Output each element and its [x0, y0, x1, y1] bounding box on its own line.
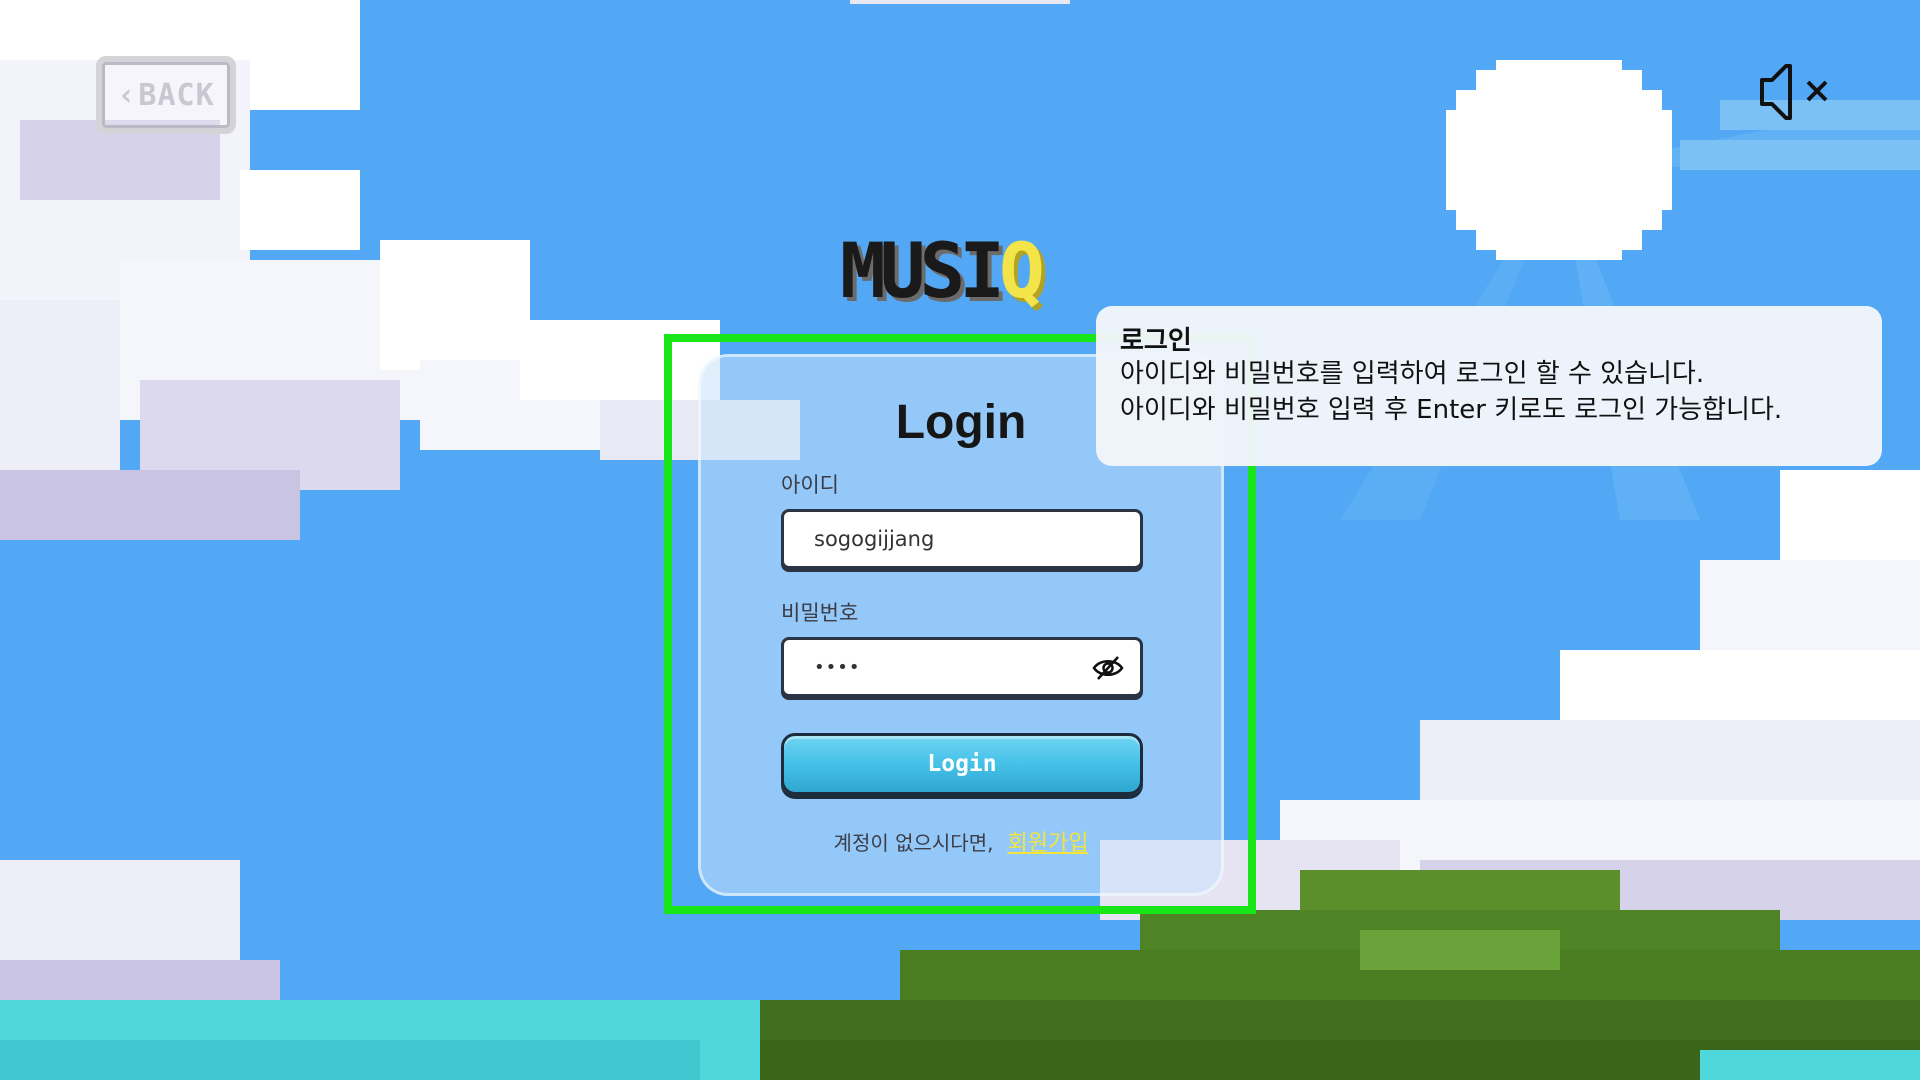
back-button-label: BACK: [138, 77, 215, 113]
musiq-logo: MUSI Q: [840, 226, 1080, 315]
tooltip-title: 로그인: [1120, 326, 1192, 356]
password-masked-value[interactable]: ••••: [814, 657, 860, 678]
chevron-left-icon: ‹: [117, 77, 137, 113]
login-button[interactable]: Login: [781, 733, 1143, 795]
signup-row: 계정이 없으시다면, 회원가입: [701, 825, 1221, 857]
sun: [1446, 60, 1672, 260]
tooltip-line-2: 아이디와 비밀번호 입력 후 Enter 키로도 로그인 가능합니다.: [1120, 395, 1783, 425]
back-button[interactable]: ‹ BACK: [96, 56, 236, 134]
password-field[interactable]: ••••: [781, 637, 1143, 697]
mute-toggle-button[interactable]: [1756, 58, 1842, 126]
id-field[interactable]: [781, 509, 1143, 569]
speaker-muted-icon: [1760, 64, 1828, 120]
signup-link[interactable]: 회원가입: [1007, 831, 1088, 856]
signup-prompt: 계정이 없으시다면,: [833, 831, 994, 855]
id-input[interactable]: [814, 527, 1074, 551]
id-label: 아이디: [781, 473, 839, 497]
logo-accent: Q: [999, 225, 1045, 315]
tooltip-line-1: 아이디와 비밀번호를 입력하여 로그인 할 수 있습니다.: [1120, 359, 1705, 389]
logo-text: MUSI: [840, 225, 1005, 315]
tutorial-tooltip: 로그인 아이디와 비밀번호를 입력하여 로그인 할 수 있습니다. 아이디와 비…: [1096, 306, 1882, 466]
eye-off-icon[interactable]: [1092, 654, 1124, 682]
login-button-label: Login: [927, 751, 997, 777]
password-label: 비밀번호: [781, 601, 859, 625]
